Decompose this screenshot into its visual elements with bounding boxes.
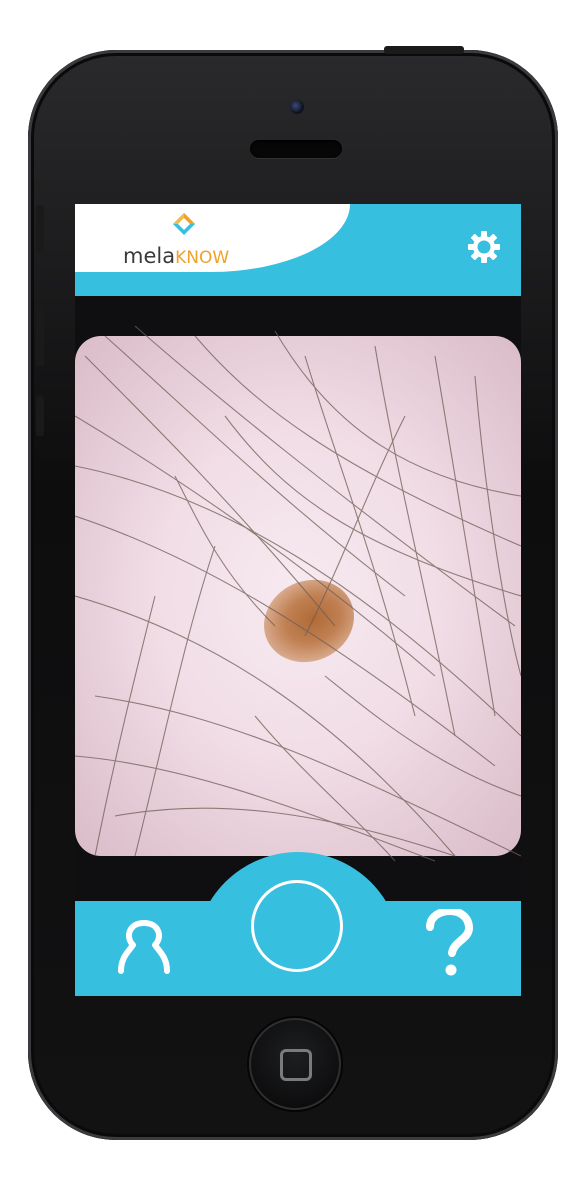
- logo-prefix: mela: [123, 244, 176, 268]
- earpiece-speaker: [250, 140, 342, 158]
- volume-down-button: [36, 396, 44, 436]
- logo-area: melaKNOW: [75, 204, 350, 272]
- home-square-icon: [280, 1049, 312, 1081]
- mute-switch: [36, 205, 44, 253]
- camera-preview[interactable]: [75, 296, 521, 901]
- volume-up-button: [36, 308, 44, 366]
- logo-diamond-icon: [173, 213, 195, 235]
- person-icon[interactable]: [115, 919, 173, 975]
- hair-overlay: [75, 325, 521, 862]
- app-header: melaKNOW: [75, 204, 521, 296]
- front-camera: [290, 100, 304, 114]
- home-button[interactable]: [249, 1018, 341, 1110]
- power-button: [384, 46, 464, 54]
- app-screen: melaKNOW: [75, 204, 521, 996]
- question-mark-icon[interactable]: [423, 909, 475, 979]
- gear-icon[interactable]: [467, 230, 501, 264]
- app-logo: melaKNOW: [123, 244, 229, 268]
- logo-suffix: KNOW: [175, 248, 230, 268]
- capture-button[interactable]: [251, 880, 343, 972]
